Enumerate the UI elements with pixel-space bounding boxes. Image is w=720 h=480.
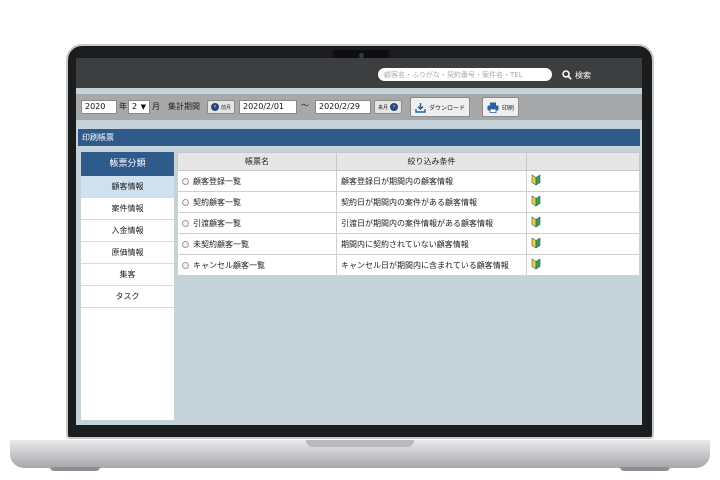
search-button[interactable]: 検索 — [562, 68, 591, 82]
next-month-label: 来月 — [378, 104, 389, 111]
table-row[interactable]: 引渡顧客一覧 引渡日が期間内の案件情報がある顧客情報 — [177, 212, 640, 234]
condition-cell: 顧客登録日が期間内の顧客情報 — [336, 170, 527, 192]
download-button[interactable]: ダウンロード — [410, 97, 471, 117]
chevron-left-icon: ‹ — [211, 103, 219, 111]
condition-cell: 契約日が期間内の案件がある顧客情報 — [336, 191, 527, 213]
section-title: 印刷帳票 — [78, 129, 640, 146]
report-name-cell: 契約顧客一覧 — [177, 191, 337, 213]
radio-button[interactable] — [182, 219, 189, 227]
beginner-mark-icon[interactable] — [531, 237, 541, 249]
column-header-filter-condition: 絞り込み条件 — [336, 152, 527, 171]
report-name-cell: 顧客登録一覧 — [177, 170, 337, 192]
sidebar-item-task[interactable]: タスク — [81, 286, 174, 308]
report-name: 未契約顧客一覧 — [193, 239, 249, 249]
prev-month-button[interactable]: ‹ 前月 — [207, 100, 236, 114]
report-name-cell: 引渡顧客一覧 — [177, 212, 337, 234]
radio-button[interactable] — [182, 261, 189, 269]
top-bar: 検索 — [76, 58, 642, 88]
table-row[interactable]: 未契約顧客一覧 期間内に契約されていない顧客情報 — [177, 233, 640, 255]
end-date-value: 2020/2/29 — [319, 102, 361, 111]
action-cell — [526, 191, 640, 213]
sidebar-item-cost[interactable]: 原価情報 — [81, 242, 174, 264]
beginner-mark-icon[interactable] — [531, 216, 541, 228]
start-date-field[interactable]: 2020/2/01 — [239, 100, 297, 114]
chevron-down-icon: ▼ — [140, 103, 146, 111]
year-field[interactable]: 2020 — [81, 100, 117, 114]
report-table: 帳票名 絞り込み条件 顧客登録一覧 顧客登録日が期間内の顧客情報 契約顧客一覧 … — [177, 152, 640, 276]
beginner-mark-icon[interactable] — [531, 195, 541, 207]
month-value: 2 — [132, 102, 138, 111]
radio-button[interactable] — [182, 240, 189, 248]
radio-button[interactable] — [182, 198, 189, 206]
sidebar-item-payment[interactable]: 入金情報 — [81, 220, 174, 242]
end-date-field[interactable]: 2020/2/29 — [315, 100, 371, 114]
year-value: 2020 — [85, 102, 106, 111]
sidebar-header: 帳票分類 — [81, 152, 174, 176]
period-label: 集計期間 — [168, 102, 200, 111]
report-name: キャンセル顧客一覧 — [193, 260, 265, 270]
report-name-cell: キャンセル顧客一覧 — [177, 254, 337, 276]
column-header-report-name: 帳票名 — [177, 152, 337, 171]
month-unit: 月 — [152, 102, 160, 111]
printer-icon — [487, 102, 499, 113]
month-select[interactable]: 2 ▼ — [128, 100, 150, 114]
beginner-mark-icon[interactable] — [531, 174, 541, 186]
beginner-mark-icon[interactable] — [531, 258, 541, 270]
table-row[interactable]: 顧客登録一覧 顧客登録日が期間内の顧客情報 — [177, 170, 640, 192]
print-label: 印刷 — [502, 104, 515, 112]
report-name: 顧客登録一覧 — [193, 176, 241, 186]
table-row[interactable]: キャンセル顧客一覧 キャンセル日が期間内に含まれている顧客情報 — [177, 254, 640, 276]
report-name: 契約顧客一覧 — [193, 197, 241, 207]
year-unit: 年 — [119, 102, 127, 111]
sidebar-item-project[interactable]: 案件情報 — [81, 198, 174, 220]
chevron-right-icon: › — [390, 103, 399, 111]
sidebar-item-acquisition[interactable]: 集客 — [81, 264, 174, 286]
laptop-foot-left — [50, 467, 100, 471]
laptop-foot-right — [620, 467, 670, 471]
column-header-action — [526, 152, 640, 171]
app-screen: 検索 2020 年 2▼ 月 集計期間 ‹前月 2020/2/01 〜 2020… — [76, 58, 642, 425]
table-header-row: 帳票名 絞り込み条件 — [177, 152, 640, 171]
action-cell — [526, 170, 640, 192]
action-cell — [526, 212, 640, 234]
print-button[interactable]: 印刷 — [482, 97, 520, 117]
search-input[interactable] — [378, 68, 552, 81]
report-name: 引渡顧客一覧 — [193, 218, 241, 228]
download-label: ダウンロード — [429, 104, 466, 112]
action-cell — [526, 233, 640, 255]
date-separator: 〜 — [301, 101, 309, 110]
prev-month-label: 前月 — [221, 104, 232, 111]
condition-cell: キャンセル日が期間内に含まれている顧客情報 — [336, 254, 527, 276]
search-icon — [562, 70, 572, 80]
action-cell — [526, 254, 640, 276]
search-button-label: 検索 — [575, 70, 591, 80]
report-name-cell: 未契約顧客一覧 — [177, 233, 337, 255]
download-icon — [415, 102, 426, 113]
next-month-button[interactable]: 来月 › — [374, 100, 403, 114]
period-toolbar: 2020 年 2 ▼ 月 集計期間 ‹ 前月 2020/2/01 〜 2020/2/… — [76, 94, 642, 120]
start-date-value: 2020/2/01 — [243, 102, 285, 111]
condition-cell: 期間内に契約されていない顧客情報 — [336, 233, 527, 255]
sidebar: 帳票分類 顧客情報 案件情報 入金情報 原価情報 集客 タスク — [81, 152, 174, 420]
condition-cell: 引渡日が期間内の案件情報がある顧客情報 — [336, 212, 527, 234]
sidebar-item-customer[interactable]: 顧客情報 — [81, 176, 174, 198]
laptop-groove — [306, 440, 414, 447]
radio-button[interactable] — [182, 177, 189, 185]
table-row[interactable]: 契約顧客一覧 契約日が期間内の案件がある顧客情報 — [177, 191, 640, 213]
